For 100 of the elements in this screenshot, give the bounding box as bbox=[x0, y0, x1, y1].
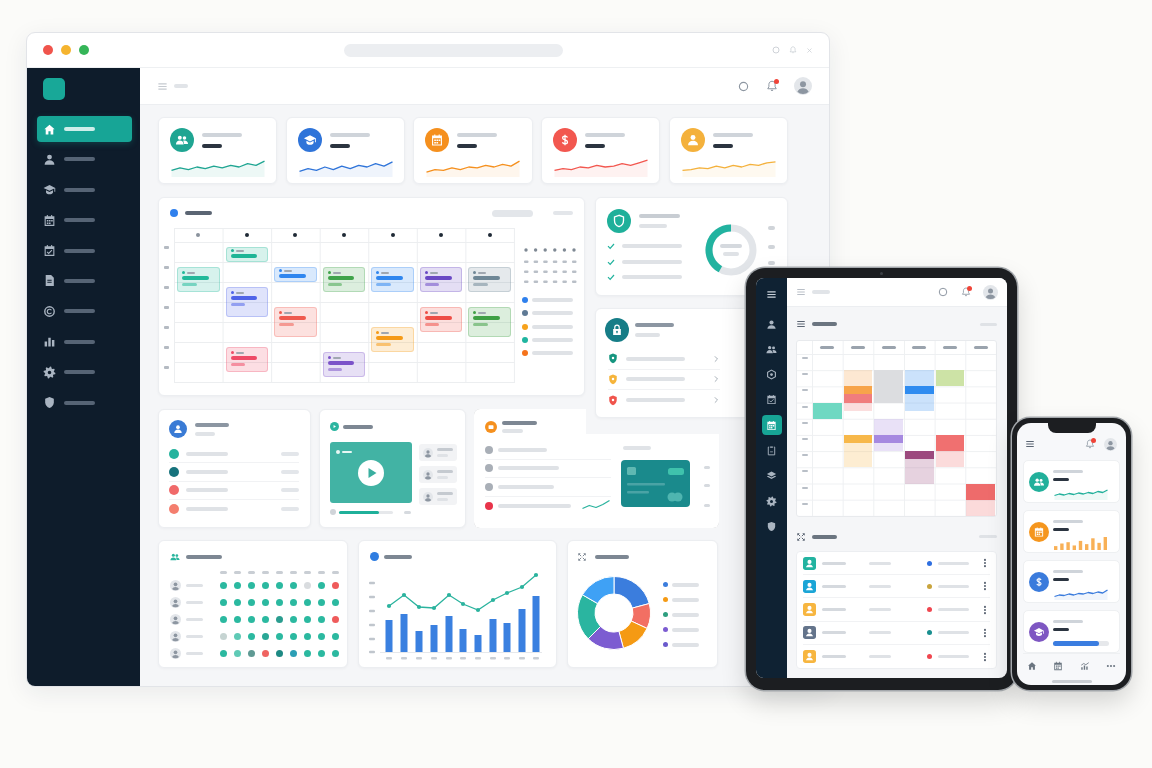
time-mark bbox=[801, 502, 808, 505]
chart-icon[interactable] bbox=[1079, 661, 1090, 671]
nav-item[interactable] bbox=[761, 415, 782, 436]
text-placeholder bbox=[672, 612, 699, 617]
bell-icon[interactable] bbox=[1085, 439, 1095, 449]
dot-icon bbox=[327, 271, 331, 274]
text-placeholder bbox=[822, 631, 846, 635]
text-placeholder bbox=[186, 507, 228, 512]
dot-icon bbox=[196, 233, 201, 237]
text-placeholder bbox=[187, 271, 195, 274]
text-placeholder bbox=[281, 451, 299, 456]
text-placeholder bbox=[622, 244, 682, 248]
text-placeholder bbox=[437, 492, 453, 495]
maximize-button[interactable] bbox=[79, 45, 89, 55]
time-mark bbox=[801, 389, 808, 392]
person-icon bbox=[169, 420, 187, 438]
avatar-icon[interactable] bbox=[794, 77, 812, 95]
calendar-event[interactable] bbox=[225, 287, 269, 317]
calendar-event[interactable] bbox=[274, 307, 317, 337]
sparkline bbox=[1053, 587, 1109, 600]
text-placeholder bbox=[822, 608, 846, 612]
text-placeholder bbox=[672, 627, 699, 632]
avatar-icon bbox=[170, 647, 181, 659]
text-placeholder bbox=[230, 363, 246, 366]
text-placeholder bbox=[1053, 520, 1083, 523]
text-placeholder bbox=[881, 346, 896, 349]
calendar-event[interactable] bbox=[966, 483, 995, 516]
calendar-event[interactable] bbox=[322, 352, 366, 377]
play-button[interactable] bbox=[358, 459, 384, 486]
text-placeholder bbox=[185, 211, 212, 215]
dot-icon bbox=[279, 269, 283, 272]
calendar-icon[interactable] bbox=[1053, 661, 1064, 671]
circle-icon[interactable] bbox=[938, 287, 948, 297]
text-placeholder bbox=[812, 322, 837, 326]
text-placeholder bbox=[498, 484, 554, 489]
calendar-event[interactable] bbox=[843, 370, 873, 395]
dot-icon bbox=[439, 233, 444, 237]
calendar-event[interactable] bbox=[419, 307, 463, 332]
calendar-event[interactable] bbox=[419, 267, 463, 292]
text-placeholder bbox=[492, 209, 533, 217]
close-button[interactable] bbox=[43, 45, 53, 55]
text-placeholder bbox=[376, 283, 391, 286]
calendar-event[interactable] bbox=[371, 267, 414, 292]
text-placeholder bbox=[437, 448, 453, 451]
bell-icon[interactable] bbox=[961, 287, 971, 297]
text-placeholder bbox=[502, 421, 537, 425]
calendar-event[interactable] bbox=[225, 247, 269, 262]
text-placeholder bbox=[622, 259, 682, 264]
minimize-button[interactable] bbox=[61, 45, 71, 55]
menu-icon[interactable] bbox=[1025, 439, 1035, 449]
calendar-icon bbox=[43, 213, 56, 227]
bell-icon[interactable] bbox=[766, 80, 778, 92]
menu-icon[interactable] bbox=[766, 289, 777, 300]
bar-chart-icon bbox=[43, 335, 56, 349]
dot-icon bbox=[330, 509, 336, 515]
calendar-event[interactable] bbox=[904, 451, 934, 484]
person-icon bbox=[766, 318, 777, 330]
text-placeholder bbox=[384, 554, 412, 559]
calendar-event[interactable] bbox=[274, 267, 317, 282]
text-placeholder bbox=[281, 469, 299, 474]
dot-icon bbox=[473, 271, 477, 274]
calendar-event[interactable] bbox=[843, 394, 873, 411]
calendar-event[interactable] bbox=[935, 434, 965, 468]
calendar-event[interactable] bbox=[468, 307, 511, 337]
text-placeholder bbox=[622, 275, 682, 279]
list-icon bbox=[796, 319, 806, 329]
text-placeholder bbox=[672, 597, 699, 602]
time-mark bbox=[801, 486, 808, 489]
text-placeholder bbox=[531, 337, 573, 342]
text-placeholder bbox=[869, 608, 891, 612]
avatar-icon[interactable] bbox=[983, 284, 998, 300]
home-icon[interactable] bbox=[1027, 661, 1037, 671]
calendar-event[interactable] bbox=[322, 267, 366, 292]
calendar-icon bbox=[766, 419, 777, 431]
circle-icon[interactable] bbox=[738, 80, 749, 92]
text-placeholder bbox=[284, 269, 293, 272]
time-mark bbox=[801, 454, 808, 457]
text-placeholder bbox=[585, 132, 626, 137]
home-icon bbox=[43, 122, 56, 136]
calendar-event[interactable] bbox=[468, 267, 511, 292]
progress-track[interactable] bbox=[339, 510, 393, 514]
text-placeholder bbox=[820, 346, 835, 349]
text-placeholder bbox=[64, 339, 95, 344]
time-mark bbox=[801, 438, 808, 440]
calendar-event[interactable] bbox=[904, 370, 934, 411]
wallet-icon bbox=[485, 421, 497, 433]
shield-icon bbox=[43, 396, 56, 409]
document-icon bbox=[43, 274, 56, 288]
hexagon-icon bbox=[766, 369, 777, 381]
text-placeholder bbox=[186, 583, 203, 587]
text-placeholder bbox=[822, 561, 846, 565]
avatar-icon[interactable] bbox=[1104, 437, 1117, 451]
calendar-event[interactable] bbox=[225, 347, 269, 372]
lock-icon bbox=[605, 318, 629, 342]
text-placeholder bbox=[912, 346, 927, 349]
dot-icon bbox=[390, 233, 395, 237]
sparkline bbox=[1053, 487, 1109, 500]
mini-calendar bbox=[521, 246, 578, 284]
text-placeholder bbox=[457, 132, 498, 137]
calendar-event[interactable] bbox=[874, 418, 903, 452]
